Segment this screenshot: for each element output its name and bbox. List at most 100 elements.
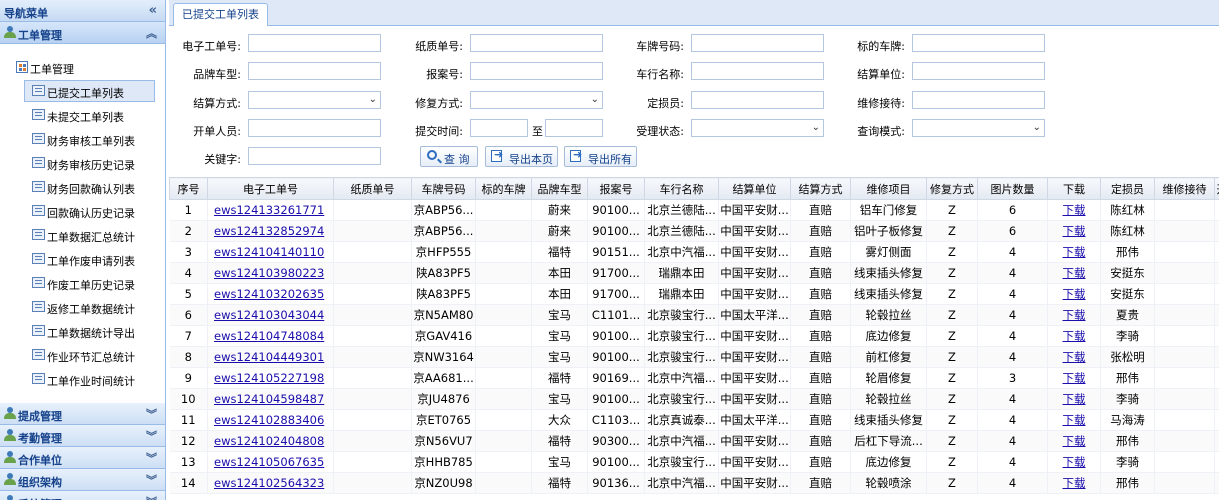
sidebar-item[interactable]: 作业环节汇总统计 — [24, 344, 155, 366]
download-link[interactable]: 下载 — [1063, 455, 1086, 469]
download-link[interactable]: 下载 — [1063, 203, 1086, 217]
order-link[interactable]: ews124132852974 — [214, 224, 324, 238]
column-header[interactable]: 结算单位 — [718, 177, 791, 200]
download-link[interactable]: 下载 — [1063, 287, 1086, 301]
download-link[interactable]: 下载 — [1063, 266, 1086, 280]
sidebar-item[interactable]: 财务审核历史记录 — [24, 152, 155, 174]
table-row[interactable]: 12 ews124102404808 京N56VU7 福特 90300... 北京中汽福.… — [169, 430, 1219, 452]
sidebar-item[interactable]: 已提交工单列表 — [24, 80, 155, 102]
table-row[interactable]: 14 ews124102564323 京NZ0U98 福特 90136... 北京中汽福.… — [169, 472, 1219, 494]
column-header[interactable]: 电子工单号 — [207, 177, 334, 200]
issuer-input[interactable] — [248, 119, 381, 137]
settle-method-select[interactable]: ⌄ — [248, 91, 381, 109]
order-link[interactable]: ews124105227198 — [214, 371, 324, 385]
order-link[interactable]: ews124103043044 — [214, 308, 324, 322]
order-link[interactable]: ews124104449301 — [214, 350, 324, 364]
download-link[interactable]: 下载 — [1063, 350, 1086, 364]
chevron-down-icon[interactable]: ︾ — [146, 450, 157, 466]
sidebar-item[interactable]: 财务审核工单列表 — [24, 128, 155, 150]
keyword-input[interactable] — [248, 147, 381, 165]
order-link[interactable]: ews124102564323 — [214, 476, 324, 490]
section-work-orders[interactable]: 工单管理 ︽ — [0, 22, 165, 44]
column-header[interactable]: 标的车牌 — [475, 177, 532, 200]
order-link[interactable]: ews124105067635 — [214, 455, 324, 469]
table-row[interactable]: 4 ews124103980223 陕A83PF5 本田 91700... 瑞鼎本田 中国平… — [169, 262, 1219, 284]
query-mode-select[interactable]: ⌄ — [912, 119, 1045, 137]
column-header[interactable]: 序号 — [169, 177, 208, 200]
sidebar-item[interactable]: 工单数据统计导出 — [24, 320, 155, 342]
std-plate-input[interactable] — [912, 34, 1045, 52]
submit-time-end[interactable] — [545, 119, 603, 137]
table-row[interactable]: 2 ews124132852974 京ABP56... 蔚来 90100... 北京兰德陆… — [169, 220, 1219, 242]
table-row[interactable]: 1 ews124133261771 京ABP56... 蔚来 90100... 北京兰德陆… — [169, 199, 1219, 221]
status-select[interactable]: ⌄ — [691, 119, 824, 137]
chevron-up-icon[interactable]: ︽ — [146, 25, 157, 41]
sidebar-section[interactable]: 考勤管理 ︾ — [0, 425, 165, 447]
download-link[interactable]: 下载 — [1063, 413, 1086, 427]
sidebar-section[interactable]: 合作单位 ︾ — [0, 447, 165, 469]
mechanic-input[interactable] — [912, 91, 1045, 109]
download-link[interactable]: 下载 — [1063, 392, 1086, 406]
column-header[interactable]: 报案号 — [587, 177, 645, 200]
tab-submitted-orders[interactable]: 已提交工单列表 — [173, 3, 268, 26]
model-input[interactable] — [248, 62, 381, 80]
settle-unit-input[interactable] — [912, 62, 1045, 80]
plate-input[interactable] — [691, 34, 824, 52]
table-row[interactable]: 7 ews124104748084 京GAV416 宝马 90100... 北京骏宝行..… — [169, 325, 1219, 347]
sidebar-item[interactable]: 工单数据汇总统计 — [24, 224, 155, 246]
column-header[interactable]: 车牌号码 — [411, 177, 476, 200]
chevron-down-icon[interactable]: ︾ — [146, 406, 157, 422]
chevron-down-icon[interactable]: ︾ — [146, 428, 157, 444]
paper-no-input[interactable] — [470, 34, 603, 52]
table-row[interactable]: 5 ews124103202635 陕A83PF5 本田 91700... 瑞鼎本田 中国平… — [169, 283, 1219, 305]
sidebar-item[interactable]: 返修工单数据统计 — [24, 296, 155, 318]
repair-method-select[interactable]: ⌄ — [470, 91, 603, 109]
assessor-input[interactable] — [691, 91, 824, 109]
sidebar-item[interactable]: 未提交工单列表 — [24, 104, 155, 126]
order-link[interactable]: ews124103202635 — [214, 287, 324, 301]
submit-time-start[interactable] — [470, 119, 528, 137]
column-header[interactable]: 纸质单号 — [333, 177, 412, 200]
table-row[interactable]: 10 ews124104598487 京JU4876 宝马 90100... 北京骏宝行.… — [169, 388, 1219, 410]
sidebar-section[interactable]: 系统管理 ︾ — [0, 491, 165, 500]
sidebar-item[interactable]: 工单作废申请列表 — [24, 248, 155, 270]
column-header[interactable]: 维修接待 — [1154, 177, 1215, 200]
collapse-sidebar-icon[interactable]: « — [149, 3, 157, 18]
sidebar-item[interactable]: 工单作业时间统计 — [24, 368, 155, 390]
table-row[interactable]: 9 ews124105227198 京AA681... 福特 90169... 北京中汽福… — [169, 367, 1219, 389]
download-link[interactable]: 下载 — [1063, 329, 1086, 343]
export-page-button[interactable]: 导出本页 — [485, 146, 558, 167]
sidebar-item[interactable]: 财务回款确认列表 — [24, 176, 155, 198]
column-header[interactable]: 定损员 — [1100, 177, 1155, 200]
column-header[interactable]: 下载 — [1047, 177, 1101, 200]
download-link[interactable]: 下载 — [1063, 308, 1086, 322]
table-row[interactable]: 3 ews124104140110 京HFP555 福特 90151... 北京中汽福..… — [169, 241, 1219, 263]
column-header[interactable]: 维修项目 — [850, 177, 927, 200]
export-all-button[interactable]: 导出所有 — [564, 146, 637, 167]
download-link[interactable]: 下载 — [1063, 476, 1086, 490]
sidebar-section[interactable]: 组织架构 ︾ — [0, 469, 165, 491]
table-row[interactable]: 13 ews124105067635 京HHB785 宝马 90100... 北京骏宝行.… — [169, 451, 1219, 473]
sidebar-item[interactable]: 回款确认历史记录 — [24, 200, 155, 222]
order-link[interactable]: ews124104598487 — [214, 392, 324, 406]
sidebar-section[interactable]: 提成管理 ︾ — [0, 403, 165, 425]
column-header[interactable]: 结算方式 — [790, 177, 851, 200]
column-header[interactable]: 开 — [1214, 177, 1219, 200]
chevron-down-icon[interactable]: ︾ — [146, 472, 157, 488]
download-link[interactable]: 下载 — [1063, 224, 1086, 238]
column-header[interactable]: 车行名称 — [644, 177, 719, 200]
order-link[interactable]: ews124102404808 — [214, 434, 324, 448]
table-row[interactable]: 11 ews124102883406 京ET0765 大众 C1103... 北京真诚泰.… — [169, 409, 1219, 431]
search-button[interactable]: 查 询 — [420, 146, 478, 167]
order-link[interactable]: ews124102883406 — [214, 413, 324, 427]
column-header[interactable]: 图片数量 — [977, 177, 1048, 200]
column-header[interactable]: 品牌车型 — [531, 177, 588, 200]
order-link[interactable]: ews124104748084 — [214, 329, 324, 343]
chevron-down-icon[interactable]: ︾ — [146, 494, 157, 500]
order-link[interactable]: ews124103980223 — [214, 266, 324, 280]
table-row[interactable]: 6 ews124103043044 京N5AM80 宝马 C1101... 北京骏宝行..… — [169, 304, 1219, 326]
table-row[interactable]: 8 ews124104449301 京NW3164 宝马 90100... 北京骏宝行..… — [169, 346, 1219, 368]
download-link[interactable]: 下载 — [1063, 245, 1086, 259]
report-no-input[interactable] — [470, 62, 603, 80]
column-header[interactable]: 修复方式 — [926, 177, 978, 200]
